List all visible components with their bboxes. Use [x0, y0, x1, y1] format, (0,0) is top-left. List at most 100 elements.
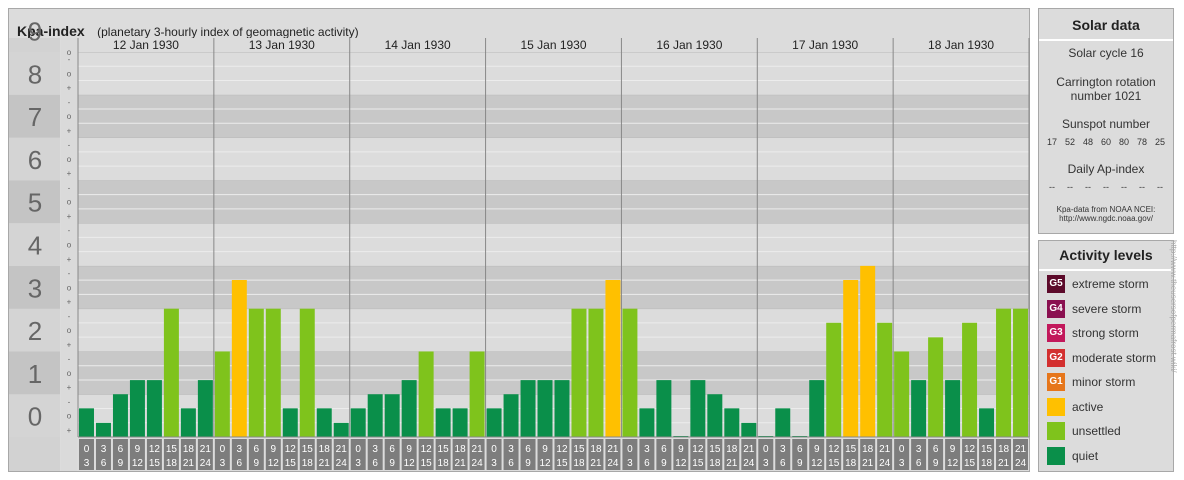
- interval-end-label: 6: [916, 458, 922, 469]
- interval-end-label: 9: [525, 458, 531, 469]
- kp-bar: [622, 308, 638, 437]
- kp-bar: [180, 408, 196, 437]
- y-tick-label: 4: [28, 231, 42, 261]
- kp-bar: [554, 380, 570, 437]
- interval-start-label: 15: [709, 444, 721, 455]
- sunspot-values: 17 52 48 60 80 78 25: [1043, 137, 1169, 149]
- kp-bar: [911, 380, 927, 437]
- interval-start-label: 18: [726, 444, 738, 455]
- y-minor-tick-label: -: [68, 269, 71, 278]
- grid-band: [78, 180, 1029, 224]
- interval-start-label: 3: [372, 444, 378, 455]
- kp-bar: [877, 322, 893, 437]
- interval-end-label: 18: [573, 458, 585, 469]
- y-minor-tick-label: +: [67, 169, 72, 178]
- interval-start-label: 21: [879, 444, 891, 455]
- y-minor-tick-label: +: [67, 426, 72, 435]
- day-label: 12 Jan 1930: [113, 38, 179, 52]
- legend-label: strong storm: [1072, 326, 1139, 340]
- kp-bar: [1013, 308, 1028, 437]
- interval-end-label: 21: [726, 458, 738, 469]
- interval-start-label: 3: [644, 444, 650, 455]
- legend-label: unsettled: [1072, 424, 1121, 438]
- kp-bar: [639, 408, 655, 437]
- day-label: 18 Jan 1930: [928, 38, 994, 52]
- solar-data-panel: Solar data Solar cycle 16 Carrington rot…: [1038, 8, 1174, 234]
- interval-start-label: 21: [336, 444, 348, 455]
- divider: [1039, 269, 1173, 271]
- interval-start-label: 15: [573, 444, 585, 455]
- interval-start-label: 12: [421, 444, 433, 455]
- legend-label: severe storm: [1072, 301, 1142, 316]
- interval-end-label: 3: [84, 458, 90, 469]
- interval-start-label: 15: [438, 444, 450, 455]
- interval-start-label: 21: [743, 444, 755, 455]
- y-minor-tick-label: o: [67, 412, 72, 421]
- interval-end-label: 12: [132, 458, 144, 469]
- y-minor-tick-label: +: [67, 298, 72, 307]
- kp-bar: [299, 308, 315, 437]
- interval-end-label: 21: [590, 458, 602, 469]
- interval-end-label: 15: [692, 458, 704, 469]
- interval-end-label: 15: [285, 458, 297, 469]
- legend-label: minor storm: [1072, 375, 1136, 389]
- grid-band: [78, 265, 1029, 309]
- interval-end-label: 3: [491, 458, 497, 469]
- interval-start-label: 0: [355, 444, 361, 455]
- interval-start-label: 0: [491, 444, 497, 455]
- legend-swatch: G2: [1047, 348, 1065, 367]
- interval-start-label: 0: [84, 444, 90, 455]
- interval-start-label: 0: [220, 444, 226, 455]
- y-minor-tick-label: +: [67, 212, 72, 221]
- legend-label: moderate storm: [1072, 350, 1157, 365]
- kp-bar: [452, 408, 468, 437]
- day-label: 16 Jan 1930: [656, 38, 722, 52]
- kp-bar: [843, 280, 859, 437]
- interval-end-label: 24: [472, 458, 484, 469]
- y-minor-tick-label: o: [67, 369, 72, 378]
- carrington-number: number 1021: [1070, 89, 1142, 103]
- grid-band: [78, 137, 1029, 181]
- y-tick-label: 9: [28, 17, 42, 47]
- kp-bar: [469, 351, 485, 437]
- grid-band: [78, 223, 1029, 266]
- interval-start-label: 12: [149, 444, 161, 455]
- kp-bar: [588, 308, 604, 437]
- interval-end-label: 21: [862, 458, 874, 469]
- interval-start-label: 18: [998, 444, 1010, 455]
- kp-bar: [79, 408, 94, 437]
- sunspot-value: 17: [1046, 137, 1057, 147]
- interval-end-label: 24: [743, 458, 755, 469]
- interval-end-label: 24: [879, 458, 891, 469]
- interval-end-label: 3: [763, 458, 769, 469]
- interval-end-label: 15: [556, 458, 568, 469]
- kp-bar: [401, 380, 417, 437]
- y-minor-tick-label: -: [68, 312, 71, 321]
- y-tick-label: 1: [28, 359, 42, 389]
- legend-label: active: [1072, 399, 1104, 414]
- y-minor-tick-label: o: [67, 112, 72, 121]
- interval-end-label: 9: [389, 458, 395, 469]
- kp-bar: [894, 351, 910, 437]
- divider: [1039, 39, 1173, 41]
- sunspot-value: 80: [1118, 137, 1129, 147]
- ap-index-value: --: [1139, 182, 1145, 192]
- interval-end-label: 21: [319, 458, 331, 469]
- interval-start-label: 3: [237, 444, 243, 455]
- interval-start-label: 18: [183, 444, 195, 455]
- solar-cycle-text: Solar cycle 16: [1068, 46, 1144, 60]
- kp-bar: [707, 394, 723, 437]
- interval-start-label: 15: [302, 444, 314, 455]
- interval-start-label: 3: [780, 444, 786, 455]
- ap-index-values: -- -- -- -- -- -- --: [1043, 182, 1169, 194]
- interval-end-label: 6: [101, 458, 107, 469]
- sunspot-value: 52: [1064, 137, 1075, 147]
- y-minor-tick-label: -: [68, 226, 71, 235]
- ap-index-value: --: [1085, 182, 1091, 192]
- interval-start-label: 12: [964, 444, 976, 455]
- interval-start-label: 6: [118, 444, 124, 455]
- interval-end-label: 18: [438, 458, 450, 469]
- interval-end-label: 21: [183, 458, 195, 469]
- interval-start-label: 6: [254, 444, 260, 455]
- y-minor-tick-label: o: [67, 69, 72, 78]
